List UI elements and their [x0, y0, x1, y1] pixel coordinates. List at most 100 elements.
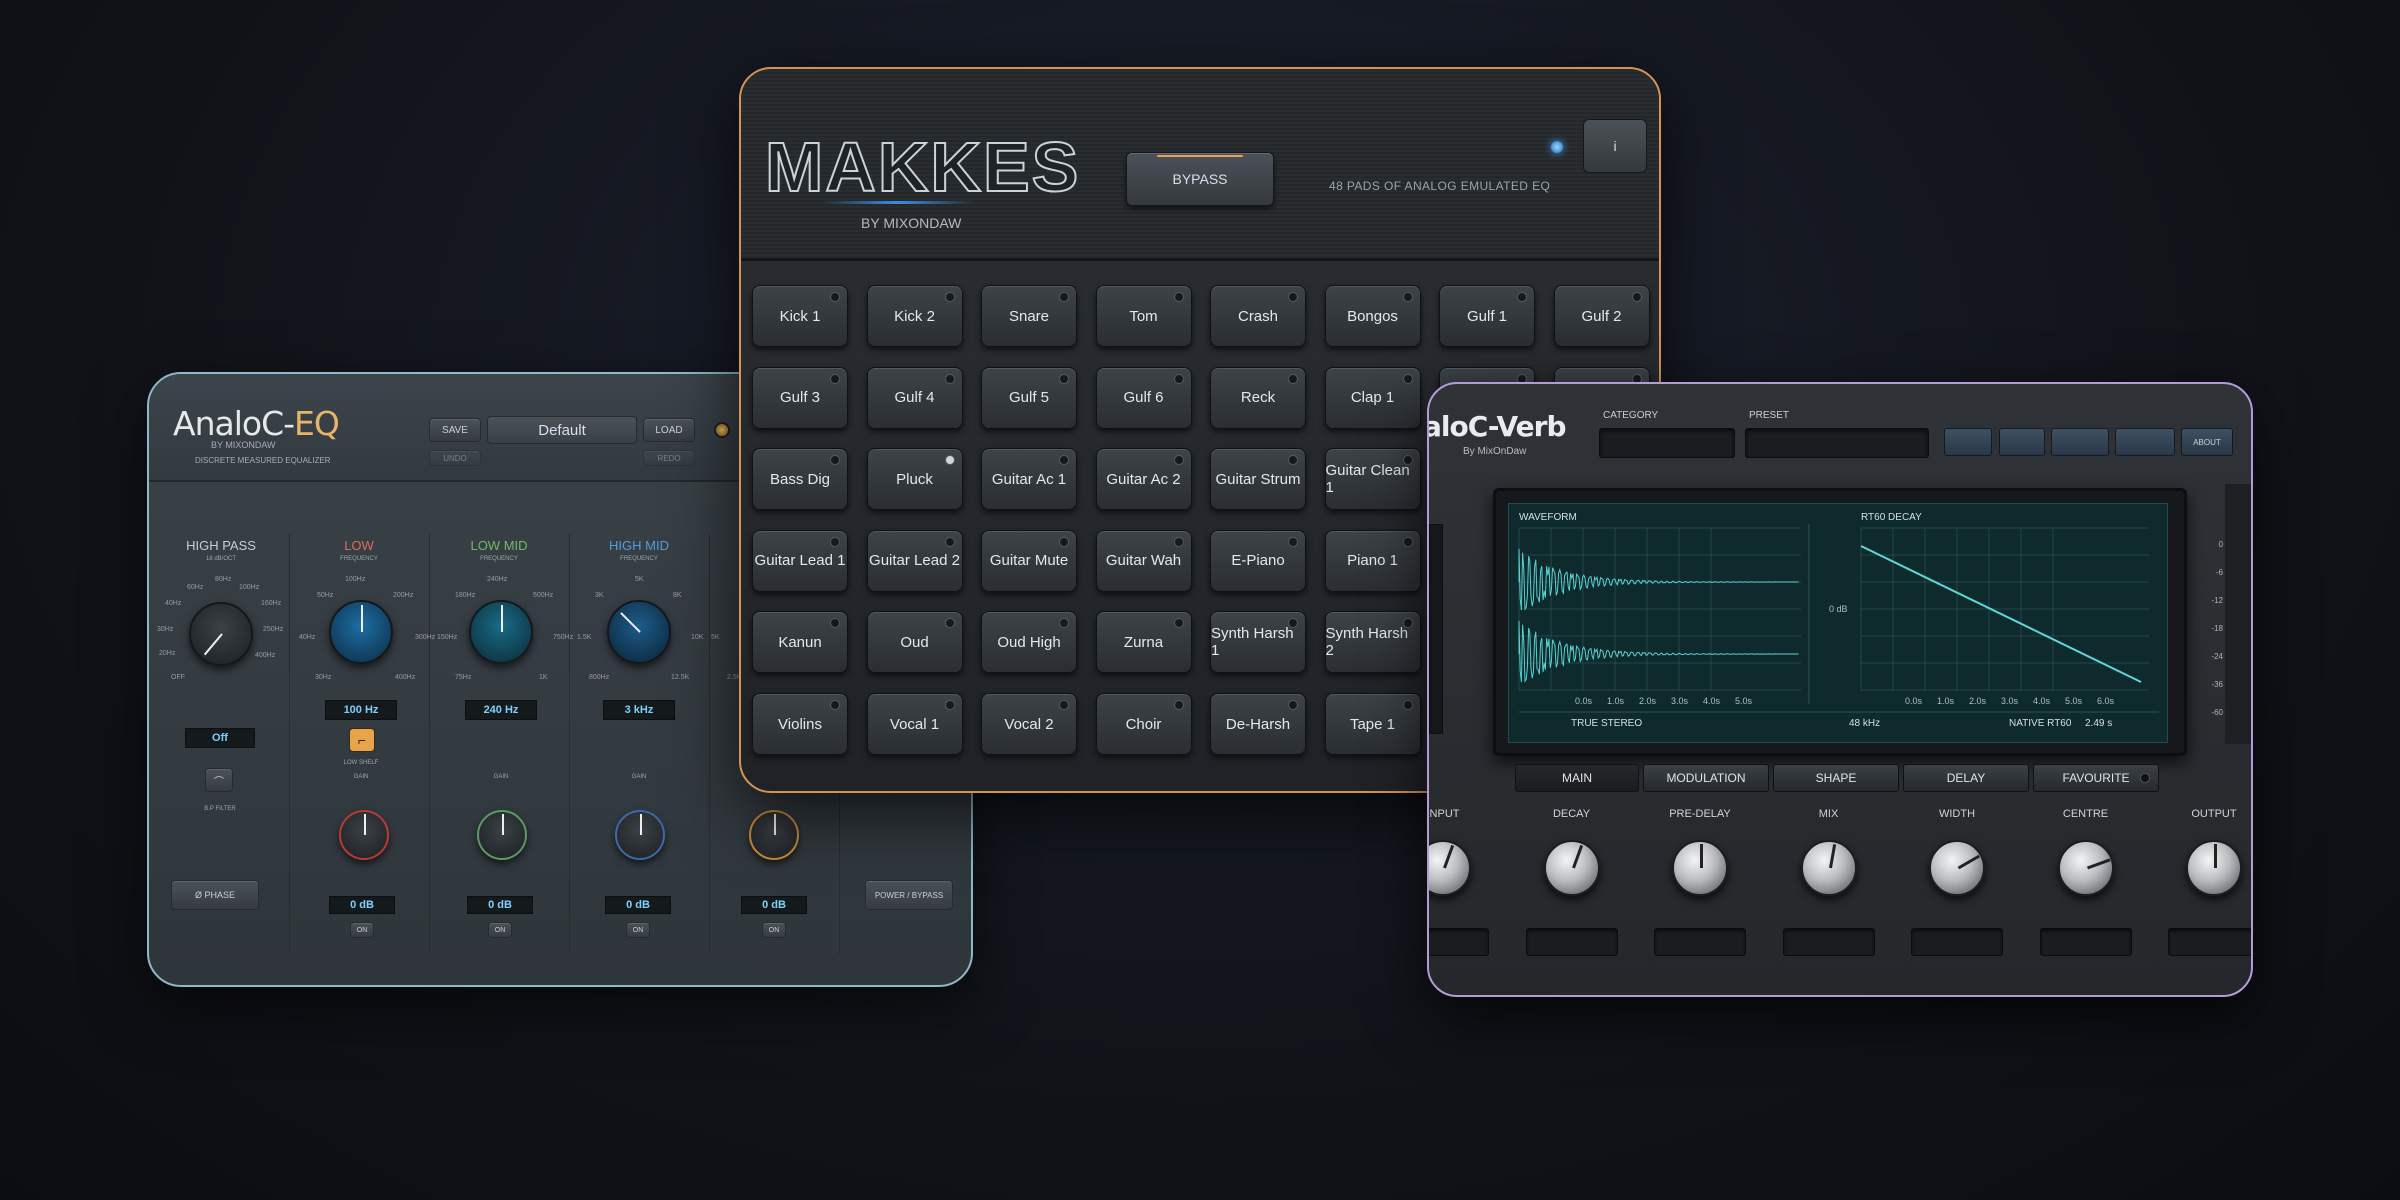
- knob-value-field[interactable]: [1429, 928, 1489, 956]
- high-on-button[interactable]: ON: [762, 922, 786, 938]
- info-button[interactable]: i: [1583, 119, 1647, 173]
- tab-delay[interactable]: DELAY: [1903, 764, 2029, 792]
- pad-button[interactable]: Synth Harsh 2: [1324, 611, 1421, 674]
- pad-button[interactable]: Gulf 2: [1553, 285, 1650, 347]
- tab-shape[interactable]: SHAPE: [1773, 764, 1899, 792]
- pad-button[interactable]: Oud High: [981, 611, 1077, 674]
- pad-button[interactable]: Clap 1: [1324, 366, 1421, 429]
- bandpass-filter-toggle[interactable]: ⌒: [205, 768, 233, 792]
- pad-button[interactable]: Snare: [981, 285, 1077, 347]
- pad-button[interactable]: Guitar Mute: [981, 529, 1077, 592]
- pad-button[interactable]: Guitar Ac 2: [1095, 448, 1192, 511]
- pad-led-icon: [944, 700, 955, 710]
- pad-button[interactable]: Gulf 3: [752, 366, 848, 429]
- bypass-button[interactable]: BYPASS: [1126, 152, 1274, 206]
- toolbar-button[interactable]: [1944, 428, 1992, 456]
- toolbar-button[interactable]: [1999, 428, 2045, 456]
- undo-button[interactable]: UNDO: [429, 450, 481, 466]
- pad-button[interactable]: Guitar Lead 2: [866, 529, 963, 592]
- pad-button[interactable]: Kanun: [752, 611, 848, 674]
- pad-button[interactable]: Kick 2: [866, 285, 963, 347]
- power-bypass-button[interactable]: POWER / BYPASS: [865, 880, 953, 910]
- save-button[interactable]: SAVE: [429, 418, 481, 442]
- knob-value-field[interactable]: [2168, 928, 2251, 956]
- pad-button[interactable]: Bongos: [1324, 285, 1421, 347]
- tab-main[interactable]: MAIN: [1515, 764, 1639, 792]
- analyzer-display: WAVEFORM RT60 DECAY 0 dB 0.0s 1.0s 2.0s …: [1493, 488, 2187, 756]
- pad-button[interactable]: Violins: [752, 693, 848, 755]
- high-gain-knob[interactable]: [749, 810, 799, 860]
- pad-button[interactable]: Vocal 1: [866, 693, 963, 755]
- pad-button[interactable]: Kick 1: [752, 285, 848, 347]
- highmid-on-button[interactable]: ON: [626, 922, 650, 938]
- lowmid-gain-knob[interactable]: [477, 810, 527, 860]
- knob-value-field[interactable]: [1911, 928, 2003, 956]
- pad-button[interactable]: Guitar Ac 1: [981, 448, 1077, 511]
- highpass-frequency-knob[interactable]: [189, 602, 253, 666]
- time-tick: 0.0s: [1905, 696, 1923, 706]
- pad-label: Gulf 6: [1123, 389, 1164, 407]
- verb-knob[interactable]: [1672, 840, 1728, 896]
- lowmid-frequency-display: 240 Hz: [465, 700, 537, 720]
- tab-modulation[interactable]: MODULATION: [1643, 764, 1769, 792]
- low-shelf-icon[interactable]: ⌐: [349, 728, 375, 752]
- toolbar-button[interactable]: [2051, 428, 2109, 456]
- low-on-button[interactable]: ON: [350, 922, 374, 938]
- tab-favourite[interactable]: FAVOURITE: [2033, 764, 2159, 792]
- pad-label: E-Piano: [1231, 552, 1285, 570]
- pad-button[interactable]: De-Harsh: [1210, 693, 1306, 755]
- pad-button[interactable]: Tape 1: [1324, 693, 1421, 755]
- pad-button[interactable]: Synth Harsh 1: [1210, 611, 1306, 674]
- lowmid-on-button[interactable]: ON: [488, 922, 512, 938]
- pad-button[interactable]: Zurna: [1095, 611, 1192, 674]
- pad-button[interactable]: Tom: [1095, 285, 1192, 347]
- verb-knob[interactable]: [1800, 840, 1857, 896]
- pad-button[interactable]: Guitar Wah: [1095, 529, 1192, 592]
- meter-tick: -12: [2211, 596, 2223, 605]
- pad-label: Oud: [900, 633, 929, 651]
- pad-button[interactable]: Vocal 2: [981, 693, 1077, 755]
- knob-value-field[interactable]: [1525, 928, 1618, 956]
- pad-button[interactable]: Bass Dig: [752, 448, 848, 511]
- pad-button[interactable]: Guitar Strum: [1210, 448, 1306, 511]
- toolbar-button[interactable]: [2115, 428, 2175, 456]
- verb-knob[interactable]: [1543, 840, 1600, 896]
- pad-button[interactable]: Guitar Lead 1: [752, 529, 848, 592]
- pad-label: Kanun: [778, 633, 822, 651]
- knob-value-field[interactable]: [2039, 928, 2132, 956]
- pad-led-icon: [1288, 455, 1298, 466]
- pad-button[interactable]: E-Piano: [1210, 529, 1306, 592]
- preset-selector[interactable]: [1745, 428, 1929, 458]
- highmid-gain-knob[interactable]: [615, 810, 665, 860]
- pad-button[interactable]: Piano 1: [1324, 529, 1421, 592]
- pad-button[interactable]: Pluck: [866, 448, 963, 511]
- lowmid-frequency-knob[interactable]: [469, 600, 533, 664]
- pad-button[interactable]: Crash: [1210, 285, 1306, 347]
- knob-value-field[interactable]: [1654, 928, 1746, 956]
- pad-button[interactable]: Gulf 1: [1439, 285, 1535, 347]
- category-selector[interactable]: [1599, 428, 1735, 458]
- pad-label: Violins: [778, 715, 822, 733]
- pad-button[interactable]: Gulf 6: [1095, 366, 1192, 429]
- verb-knob[interactable]: [2057, 840, 2114, 896]
- preset-selector[interactable]: Default: [487, 416, 637, 444]
- load-button[interactable]: LOAD: [643, 418, 695, 442]
- verb-knob[interactable]: [2186, 840, 2242, 896]
- knob-value-field[interactable]: [1782, 928, 1875, 956]
- low-gain-knob[interactable]: [339, 810, 389, 860]
- highmid-frequency-knob[interactable]: [607, 600, 671, 664]
- pad-button[interactable]: Reck: [1210, 366, 1306, 429]
- low-frequency-knob[interactable]: [329, 600, 393, 664]
- pad-button[interactable]: Choir: [1095, 693, 1192, 755]
- pad-button[interactable]: Gulf 5: [981, 366, 1077, 429]
- about-button[interactable]: ABOUT: [2181, 428, 2233, 456]
- phase-button[interactable]: Ø PHASE: [171, 880, 259, 910]
- verb-knob[interactable]: [1929, 840, 1985, 896]
- pad-button[interactable]: Oud: [866, 611, 963, 674]
- knob-label: WIDTH: [1938, 808, 1976, 820]
- pad-button[interactable]: Gulf 4: [866, 366, 963, 429]
- verb-knob[interactable]: [1429, 840, 1471, 896]
- redo-button[interactable]: REDO: [643, 450, 695, 466]
- tick-label: 50Hz: [317, 592, 334, 599]
- pad-button[interactable]: Guitar Clean 1: [1324, 448, 1421, 511]
